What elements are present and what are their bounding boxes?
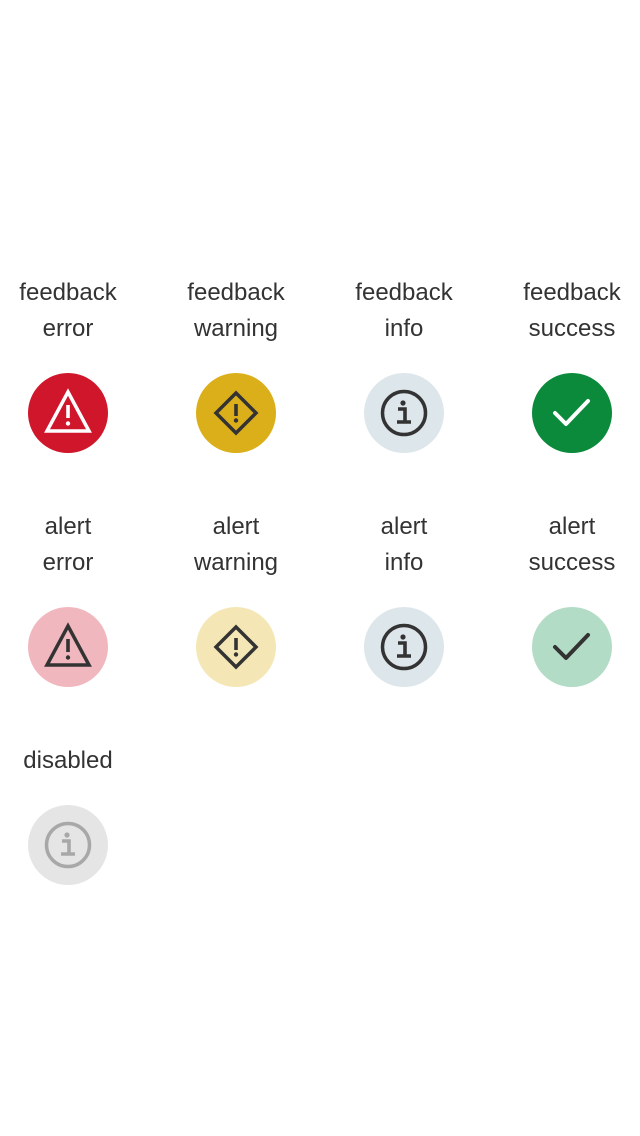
feedback-warning-item: feedback warning [152, 275, 320, 453]
disabled-item: disabled [0, 743, 152, 885]
alert-success-item: alert success [488, 509, 640, 687]
disabled-badge [28, 805, 108, 885]
alert-success-badge [532, 607, 612, 687]
checkmark-icon [553, 399, 590, 426]
alert-info-badge [364, 607, 444, 687]
alert-success-label-line1: alert [548, 513, 596, 540]
warning-triangle-icon [44, 622, 92, 667]
feedback-info-label-line1: feedback [355, 279, 453, 306]
alert-error-item: alert error [0, 509, 152, 687]
feedback-success-item: feedback success [488, 275, 640, 453]
feedback-warning-badge [196, 373, 276, 453]
feedback-warning-label-line2: warning [193, 315, 279, 342]
alert-error-label-line1: alert [44, 513, 92, 540]
alert-info-label-line1: alert [380, 513, 428, 540]
alert-error-label-line2: error [42, 549, 94, 576]
alert-error-badge [28, 607, 108, 687]
info-circle-icon [44, 821, 92, 869]
alert-warning-item: alert warning [152, 509, 320, 687]
info-circle-icon [380, 623, 428, 671]
info-circle-icon [380, 389, 428, 437]
alert-info-item: alert info [320, 509, 488, 687]
warning-triangle-icon [44, 388, 92, 433]
alert-info-label-line2: info [384, 549, 424, 576]
alert-warning-label-line2: warning [193, 549, 279, 576]
feedback-warning-label-line1: feedback [187, 279, 285, 306]
alert-warning-badge [196, 607, 276, 687]
warning-diamond-icon [213, 624, 259, 670]
feedback-success-badge [532, 373, 612, 453]
warning-diamond-icon [213, 390, 259, 436]
feedback-error-item: feedback error [0, 275, 152, 453]
icon-showcase-screen: { "colors": { "feedback_error": "#d0162b… [0, 0, 640, 1136]
feedback-success-label-line1: feedback [523, 279, 621, 306]
feedback-info-item: feedback info [320, 275, 488, 453]
feedback-info-label-line2: info [384, 315, 424, 342]
checkmark-icon [553, 633, 590, 660]
feedback-info-badge [364, 373, 444, 453]
feedback-error-badge [28, 373, 108, 453]
disabled-label: disabled [23, 747, 113, 774]
alert-success-label-line2: success [528, 549, 616, 576]
feedback-success-label-line2: success [528, 315, 616, 342]
feedback-error-label-line1: feedback [19, 279, 117, 306]
feedback-error-label-line2: error [42, 315, 94, 342]
alert-warning-label-line1: alert [212, 513, 260, 540]
